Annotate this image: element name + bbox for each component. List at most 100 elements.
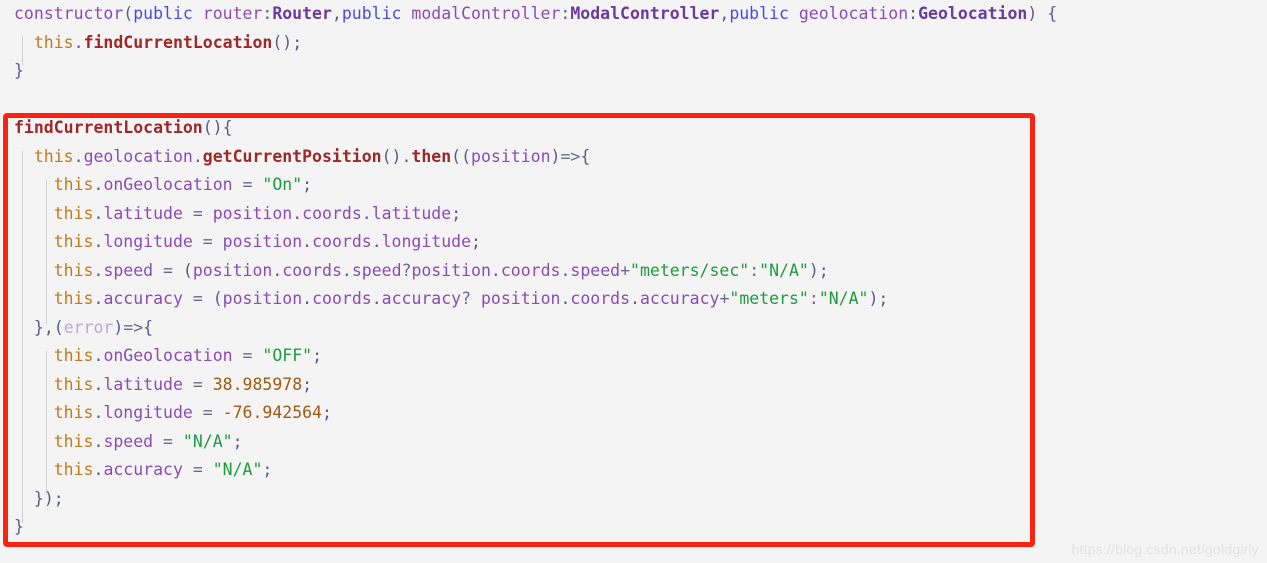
code-token: position xyxy=(411,260,491,280)
code-line[interactable]: },(error)=>{ xyxy=(0,314,1267,343)
code-token: ? xyxy=(401,260,412,280)
code-token: this xyxy=(53,260,94,280)
code-token: : xyxy=(560,4,571,23)
code-token: ( xyxy=(123,4,134,23)
code-token: position xyxy=(222,289,303,308)
code-line[interactable]: this.onGeolocation = "On"; xyxy=(0,171,1267,200)
code-token: position xyxy=(471,146,551,166)
code-token: = xyxy=(153,431,183,451)
code-line[interactable]: this.speed = "N/A"; xyxy=(0,428,1267,457)
code-token: . xyxy=(302,289,313,308)
code-token: getCurrentPosition xyxy=(202,146,382,166)
code-token: ? xyxy=(461,289,481,308)
code-token: accuracy xyxy=(103,289,183,308)
code-line[interactable]: this.longitude = -76.942564; xyxy=(0,399,1267,428)
code-token: error xyxy=(63,317,114,337)
code-token: this xyxy=(53,175,94,194)
code-editor-content[interactable]: constructor(public router:Router,public … xyxy=(0,0,1267,542)
code-token: ; xyxy=(292,32,303,52)
code-token: } xyxy=(14,517,24,536)
code-token: . xyxy=(93,203,104,223)
code-token: , xyxy=(43,317,54,337)
code-token: ; xyxy=(312,346,322,365)
code-line[interactable]: } xyxy=(0,57,1267,86)
code-token: position xyxy=(192,260,273,280)
code-line[interactable]: this.findCurrentLocation(); xyxy=(0,29,1267,58)
code-line[interactable]: this.speed = (position.coords.speed?posi… xyxy=(0,257,1267,286)
code-token: longitude xyxy=(103,403,193,422)
code-token: = xyxy=(182,374,213,394)
code-line[interactable]: }); xyxy=(0,485,1267,514)
code-token: ) xyxy=(113,317,124,337)
code-token: . xyxy=(93,232,104,251)
code-token: position xyxy=(481,289,561,308)
code-token: longitude xyxy=(103,232,193,251)
code-token: { xyxy=(222,118,233,137)
code-token: . xyxy=(560,260,571,280)
code-token: onGeolocation xyxy=(103,346,233,365)
code-token: -76.942564 xyxy=(222,403,322,422)
code-line[interactable]: this.longitude = position.coords.longitu… xyxy=(0,228,1267,257)
code-token: then xyxy=(411,146,452,166)
code-line[interactable] xyxy=(0,86,1267,115)
code-line[interactable]: findCurrentLocation(){ xyxy=(0,114,1267,143)
code-token: . xyxy=(560,289,571,308)
code-token: . xyxy=(361,203,372,223)
code-line[interactable]: this.accuracy = "N/A"; xyxy=(0,456,1267,485)
code-token: this xyxy=(33,146,74,166)
code-token: router xyxy=(192,4,263,23)
code-token: ; xyxy=(878,289,889,308)
code-line[interactable]: this.accuracy = (position.coords.accurac… xyxy=(0,285,1267,314)
code-token: . xyxy=(93,175,104,194)
code-token: = xyxy=(192,403,223,422)
code-token: 38.985978 xyxy=(212,374,303,394)
code-token: { xyxy=(580,146,591,166)
code-token: findCurrentLocation xyxy=(14,118,203,137)
code-token: longitude xyxy=(381,232,472,251)
code-token: : xyxy=(908,4,919,23)
code-line[interactable]: this.latitude = position.coords.latitude… xyxy=(0,200,1267,229)
code-line[interactable]: this.geolocation.getCurrentPosition().th… xyxy=(0,143,1267,172)
code-token: . xyxy=(73,146,84,166)
code-token: = xyxy=(232,175,263,194)
code-token: = xyxy=(182,460,213,479)
code-token: + xyxy=(719,289,730,308)
code-token: . xyxy=(371,232,382,251)
code-token: . xyxy=(302,232,313,251)
code-token: = xyxy=(182,289,213,308)
code-token: constructor xyxy=(14,4,124,23)
code-token: { xyxy=(143,317,154,337)
code-token: Router xyxy=(272,4,332,23)
code-line[interactable]: this.latitude = 38.985978; xyxy=(0,371,1267,400)
code-line[interactable]: constructor(public router:Router,public … xyxy=(0,0,1267,29)
code-token: "meters" xyxy=(729,289,809,308)
code-line[interactable]: } xyxy=(0,513,1267,542)
code-token: coords xyxy=(570,289,631,308)
code-token: { xyxy=(1037,4,1058,23)
code-token: . xyxy=(371,289,382,308)
code-token: latitude xyxy=(103,203,183,223)
code-token: coords xyxy=(500,260,561,280)
code-token: = xyxy=(192,232,223,251)
code-token: speed xyxy=(103,431,154,451)
code-token: accuracy xyxy=(103,460,183,479)
code-line[interactable]: this.onGeolocation = "OFF"; xyxy=(0,342,1267,371)
code-token: this xyxy=(53,289,94,308)
code-token: "N/A" xyxy=(759,260,809,280)
code-token: . xyxy=(93,460,104,479)
code-token: . xyxy=(93,260,104,280)
code-token: this xyxy=(33,32,74,52)
code-token: geolocation xyxy=(788,4,909,23)
code-token: coords xyxy=(282,260,342,280)
code-token: ; xyxy=(302,374,313,394)
